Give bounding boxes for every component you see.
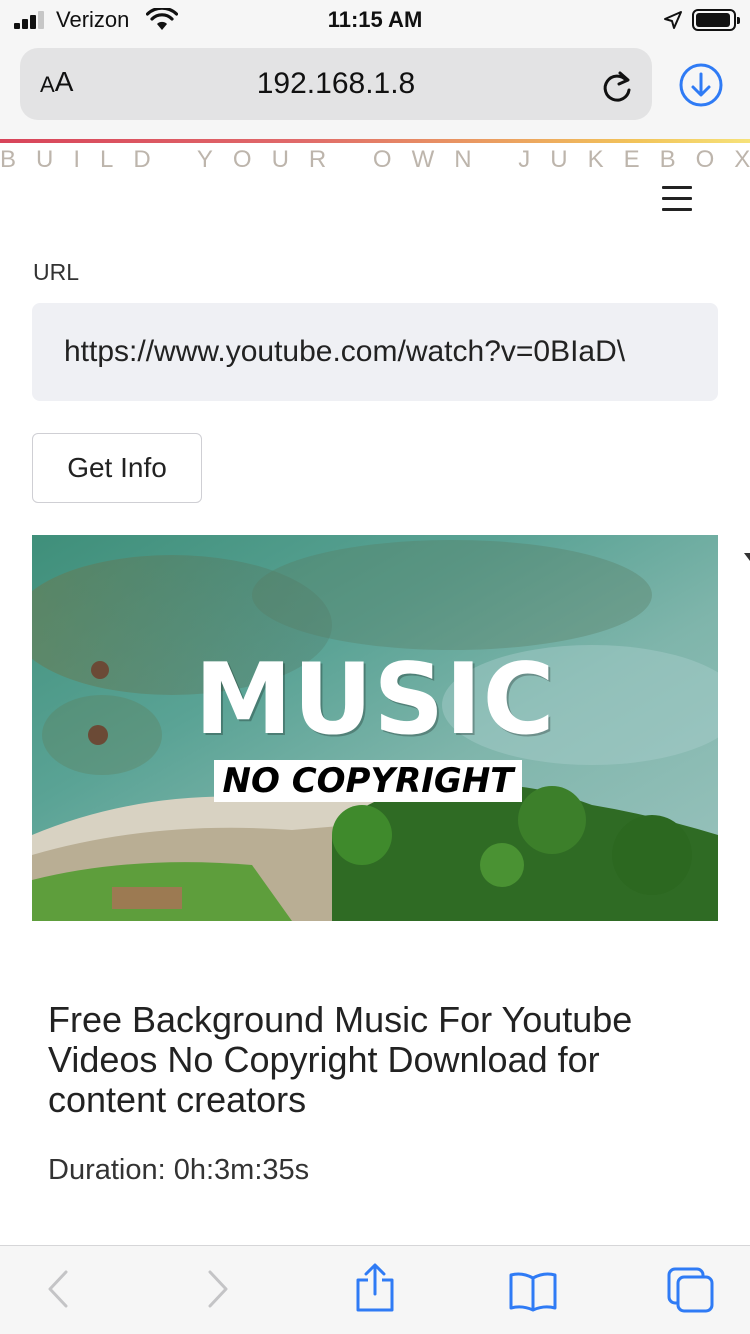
- thumbnail-subtitle: NO COPYRIGHT: [214, 760, 522, 802]
- back-icon[interactable]: [44, 1268, 74, 1310]
- scroll-edge-marker: [744, 553, 750, 561]
- download-icon[interactable]: [678, 62, 724, 108]
- address-field[interactable]: AA 192.168.1.8: [20, 48, 652, 120]
- site-title: BUILD YOUR OWN JUKEBOX: [0, 146, 750, 173]
- forward-icon[interactable]: [202, 1268, 232, 1310]
- reload-icon[interactable]: [600, 68, 634, 104]
- tabs-icon[interactable]: [666, 1266, 716, 1314]
- video-duration: Duration: 0h:3m:35s: [48, 1154, 310, 1186]
- clock: 11:15 AM: [327, 7, 423, 32]
- page-load-progress: [0, 139, 750, 143]
- battery-icon: [692, 9, 740, 31]
- get-info-button[interactable]: Get Info: [32, 433, 202, 503]
- url-input[interactable]: [32, 303, 718, 401]
- hamburger-icon[interactable]: [662, 186, 692, 212]
- browser-address-bar: AA 192.168.1.8: [0, 40, 750, 140]
- thumbnail-title: MUSIC: [194, 643, 556, 757]
- video-title: Free Background Music For Youtube Videos…: [48, 999, 633, 1120]
- video-thumbnail[interactable]: MUSIC NO COPYRIGHT: [32, 535, 718, 921]
- address-text[interactable]: 192.168.1.8: [20, 67, 652, 101]
- browser-toolbar: [0, 1245, 750, 1334]
- url-label: URL: [33, 259, 80, 285]
- bookmarks-icon[interactable]: [508, 1270, 558, 1312]
- location-arrow-icon: [664, 11, 682, 29]
- share-icon[interactable]: [354, 1262, 396, 1314]
- status-bar: Verizon 11:15 AM: [0, 0, 750, 40]
